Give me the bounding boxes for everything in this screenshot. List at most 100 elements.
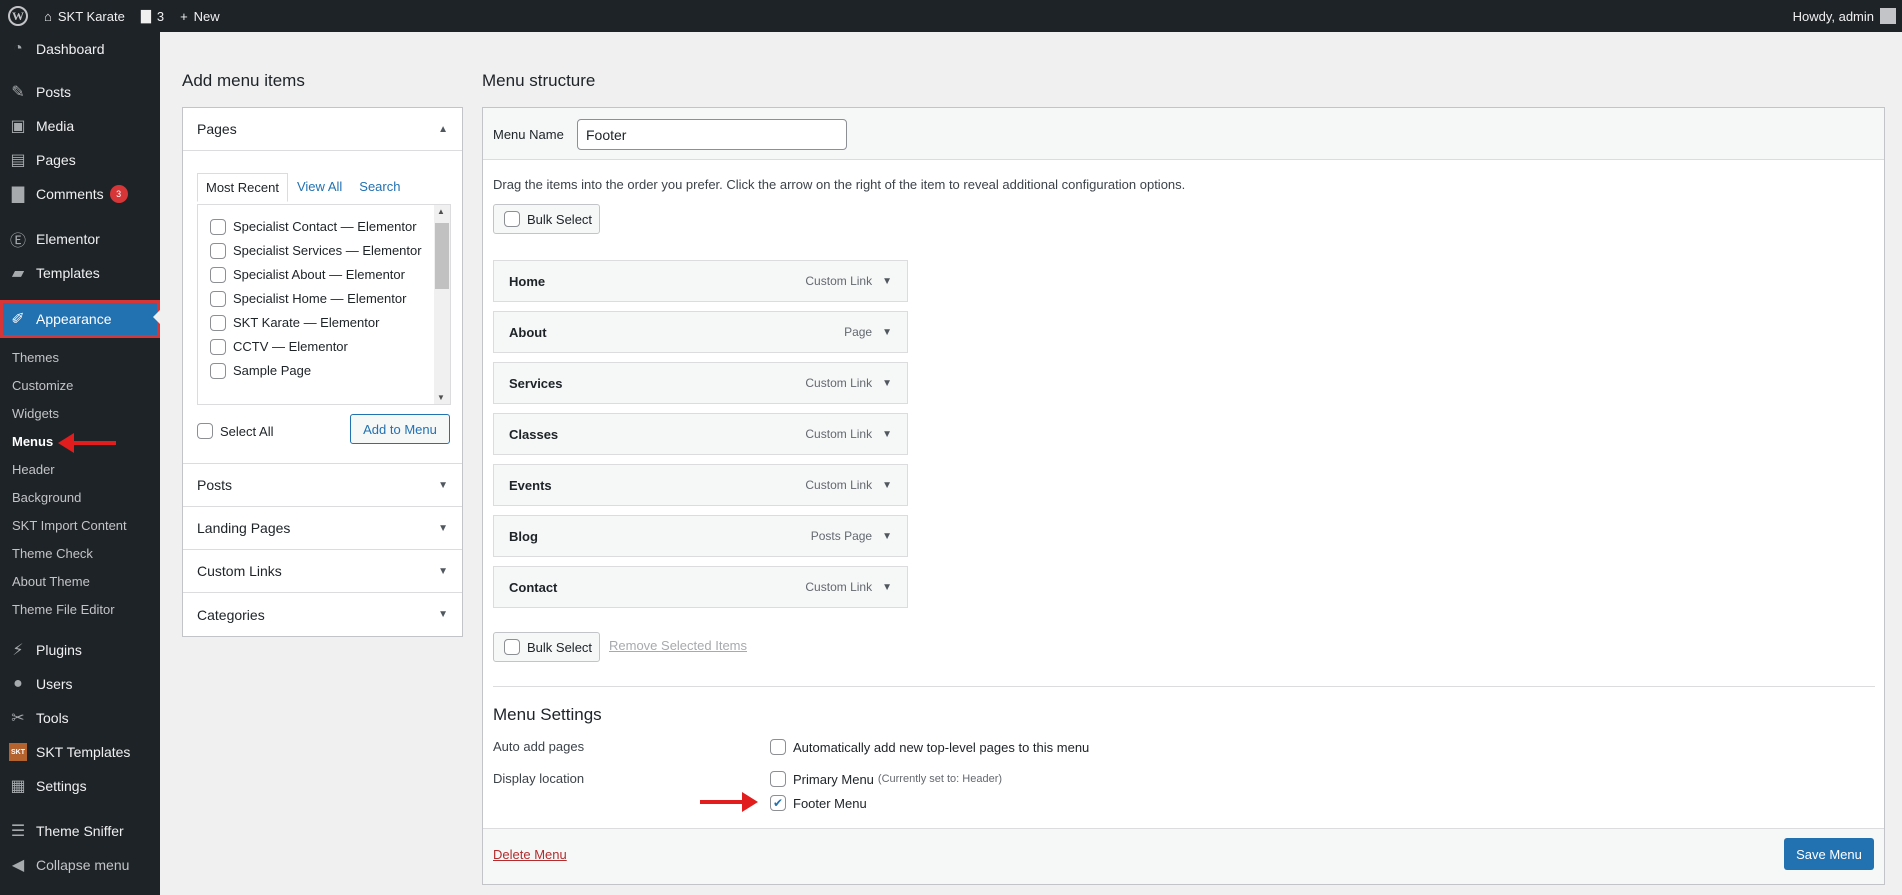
sidebar-item-label: Collapse menu — [36, 857, 130, 873]
submenu-widgets[interactable]: Widgets — [0, 399, 160, 427]
footer-menu-checkbox-checked[interactable]: ✔ — [770, 795, 786, 811]
tab-most-recent[interactable]: Most Recent — [197, 173, 288, 202]
select-all-control[interactable]: Select All — [197, 423, 273, 439]
menu-item-row[interactable]: Home Custom Link ▼ — [493, 260, 908, 302]
checkbox[interactable] — [210, 339, 226, 355]
menu-name-input[interactable]: Footer — [577, 119, 847, 150]
submenu-background[interactable]: Background — [0, 483, 160, 511]
submenu-about-theme[interactable]: About Theme — [0, 567, 160, 595]
pages-list-scrollbar[interactable]: ▲ ▼ — [434, 205, 450, 404]
tab-search[interactable]: Search — [351, 173, 408, 202]
item-toggle-arrow-icon[interactable]: ▼ — [882, 429, 892, 440]
caret-down-icon: ▼ — [438, 479, 448, 491]
accordion-posts[interactable]: Posts ▼ — [183, 464, 462, 507]
sidebar-item-plugins[interactable]: ⚡ Plugins — [0, 633, 160, 667]
menu-item-row[interactable]: Blog Posts Page ▼ — [493, 515, 908, 557]
wordpress-logo-icon: W — [8, 6, 28, 26]
menu-item-type: Custom Link — [805, 274, 873, 288]
menu-item-title: Blog — [509, 528, 538, 544]
sidebar-item-elementor[interactable]: Ⓔ Elementor — [0, 222, 160, 256]
submenu-themes[interactable]: Themes — [0, 343, 160, 371]
wp-logo-menu[interactable]: W — [0, 0, 36, 32]
add-menu-items-panel: Pages ▲ Most Recent View All Search Spec… — [182, 107, 463, 637]
bulk-select-button-top[interactable]: Bulk Select — [493, 204, 600, 234]
home-icon: ⌂ — [44, 8, 52, 24]
menu-item-row[interactable]: About Page ▼ — [493, 311, 908, 353]
item-toggle-arrow-icon[interactable]: ▼ — [882, 582, 892, 593]
remove-selected-items-link[interactable]: Remove Selected Items — [609, 638, 747, 653]
checkbox[interactable] — [210, 363, 226, 379]
submenu-theme-file-editor[interactable]: Theme File Editor — [0, 595, 160, 623]
current-arrow-indicator — [153, 310, 160, 324]
bulk-select-checkbox[interactable] — [504, 639, 520, 655]
checkbox[interactable] — [210, 243, 226, 259]
item-toggle-arrow-icon[interactable]: ▼ — [882, 276, 892, 287]
delete-menu-link[interactable]: Delete Menu — [493, 847, 567, 862]
item-toggle-arrow-icon[interactable]: ▼ — [882, 531, 892, 542]
sidebar-item-posts[interactable]: ✎ Posts — [0, 75, 160, 109]
save-menu-button[interactable]: Save Menu — [1784, 838, 1874, 870]
item-toggle-arrow-icon[interactable]: ▼ — [882, 480, 892, 491]
sidebar-collapse-menu[interactable]: ◀ Collapse menu — [0, 848, 160, 882]
display-location-label: Display location — [493, 771, 585, 786]
scroll-down-icon[interactable]: ▼ — [437, 393, 445, 402]
arrow-head — [58, 433, 74, 453]
menu-item-row[interactable]: Contact Custom Link ▼ — [493, 566, 908, 608]
accordion-custom-links[interactable]: Custom Links ▼ — [183, 550, 462, 593]
list-item[interactable]: Specialist About — Elementor — [210, 263, 450, 287]
accordion-pages[interactable]: Pages ▲ — [183, 108, 462, 151]
list-item[interactable]: Specialist Services — Elementor — [210, 239, 450, 263]
sidebar-item-templates[interactable]: ▰ Templates — [0, 256, 160, 290]
list-item[interactable]: Sample Page — [210, 359, 450, 383]
menu-item-row[interactable]: Classes Custom Link ▼ — [493, 413, 908, 455]
elementor-icon: Ⓔ — [9, 233, 26, 250]
sidebar-item-media[interactable]: ▣ Media — [0, 109, 160, 143]
checkbox[interactable] — [210, 291, 226, 307]
submenu-customize[interactable]: Customize — [0, 371, 160, 399]
bulk-select-checkbox[interactable] — [504, 211, 520, 227]
accordion-landing-pages[interactable]: Landing Pages ▼ — [183, 507, 462, 550]
new-content-link[interactable]: + New — [172, 0, 228, 32]
scroll-thumb[interactable] — [435, 223, 449, 289]
tab-view-all[interactable]: View All — [289, 173, 350, 202]
submenu-skt-import-content[interactable]: SKT Import Content — [0, 511, 160, 539]
list-item[interactable]: Specialist Contact — Elementor — [210, 215, 450, 239]
menu-item-row[interactable]: Events Custom Link ▼ — [493, 464, 908, 506]
bulk-select-button-bottom[interactable]: Bulk Select — [493, 632, 600, 662]
sidebar-item-label: Theme Sniffer — [36, 823, 124, 839]
sidebar-item-users[interactable]: ● Users — [0, 667, 160, 701]
accordion-categories[interactable]: Categories ▼ — [183, 593, 462, 636]
primary-menu-option[interactable]: Primary Menu (Currently set to: Header) — [770, 771, 1002, 787]
auto-add-checkbox[interactable] — [770, 739, 786, 755]
my-account-link[interactable]: Howdy, admin — [1785, 0, 1902, 32]
list-item[interactable]: SKT Karate — Elementor — [210, 311, 450, 335]
sidebar-item-appearance[interactable]: ✐ Appearance — [0, 300, 160, 338]
menu-item-row[interactable]: Services Custom Link ▼ — [493, 362, 908, 404]
sidebar-item-tools[interactable]: ✂ Tools — [0, 701, 160, 735]
sidebar-item-skt-templates[interactable]: SKT SKT Templates — [0, 735, 160, 769]
list-item[interactable]: CCTV — Elementor — [210, 335, 450, 359]
add-to-menu-button[interactable]: Add to Menu — [350, 414, 450, 444]
select-all-checkbox[interactable] — [197, 423, 213, 439]
list-item[interactable]: Specialist Home — Elementor — [210, 287, 450, 311]
submenu-theme-check[interactable]: Theme Check — [0, 539, 160, 567]
menu-item-type: Custom Link — [805, 478, 873, 492]
sidebar-item-dashboard[interactable]: ◔ Dashboard — [0, 32, 160, 66]
submenu-header[interactable]: Header — [0, 455, 160, 483]
auto-add-option[interactable]: Automatically add new top-level pages to… — [770, 739, 1089, 755]
checkbox[interactable] — [210, 219, 226, 235]
sidebar-item-theme-sniffer[interactable]: ☰ Theme Sniffer — [0, 814, 160, 848]
comments-link[interactable]: ▇ 3 — [133, 0, 172, 32]
checkbox[interactable] — [210, 267, 226, 283]
sidebar-item-pages[interactable]: ▤ Pages — [0, 143, 160, 177]
item-toggle-arrow-icon[interactable]: ▼ — [882, 378, 892, 389]
primary-menu-checkbox[interactable] — [770, 771, 786, 787]
site-name-link[interactable]: ⌂ SKT Karate — [36, 0, 133, 32]
checkbox[interactable] — [210, 315, 226, 331]
footer-menu-option[interactable]: ✔ Footer Menu — [770, 795, 867, 811]
item-toggle-arrow-icon[interactable]: ▼ — [882, 327, 892, 338]
sidebar-item-comments[interactable]: ▇ Comments 3 — [0, 177, 160, 211]
sidebar-item-settings[interactable]: ▦ Settings — [0, 769, 160, 803]
menu-item-title: Services — [509, 375, 563, 391]
scroll-up-icon[interactable]: ▲ — [437, 207, 445, 216]
